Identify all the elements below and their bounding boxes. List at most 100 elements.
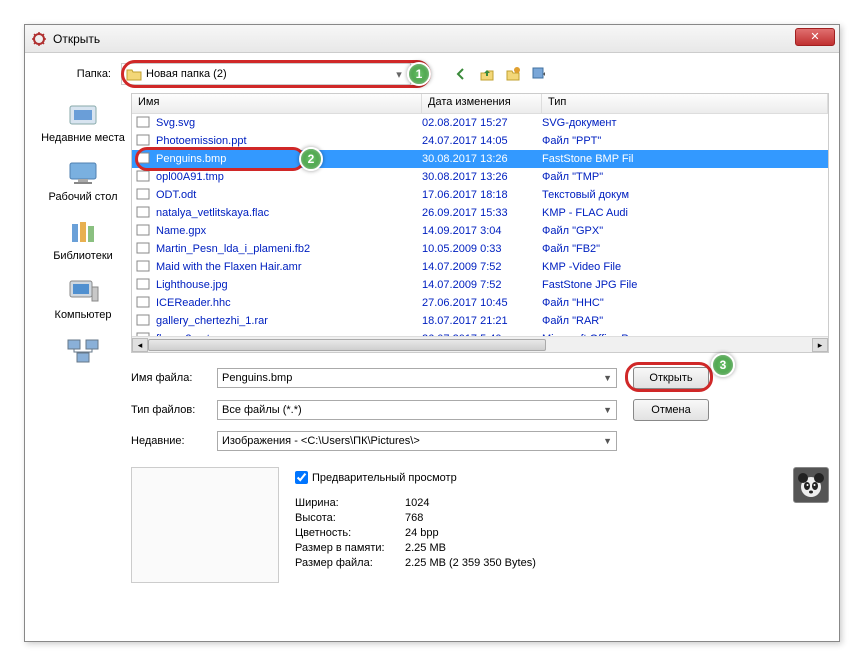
up-icon[interactable] [477,64,497,84]
file-date: 14.07.2009 7:52 [422,261,542,273]
file-name: Photoemission.ppt [156,135,422,147]
col-name[interactable]: Имя [132,94,422,113]
computer-icon [65,276,101,306]
file-type: Файл "FB2" [542,243,828,255]
file-date: 17.06.2017 18:18 [422,189,542,201]
scroll-right-arrow[interactable]: ▸ [812,338,828,352]
place-libraries[interactable]: Библиотеки [53,217,113,262]
window-title: Открыть [53,32,100,46]
recent-label: Недавние: [131,435,217,447]
file-icon [136,170,152,184]
file-type: KMP - FLAC Audi [542,207,828,219]
chevron-down-icon[interactable]: ▼ [603,436,612,446]
place-recent[interactable]: Недавние места [41,99,125,144]
file-row[interactable]: Martin_Pesn_lda_i_plameni.fb2 10.05.2009… [132,240,828,258]
preview-checkbox[interactable]: Предварительный просмотр [295,471,777,484]
file-icon [136,116,152,130]
file-row[interactable]: Lighthouse.jpg 14.07.2009 7:52 FastStone… [132,276,828,294]
marker-2: 2 [299,147,323,171]
file-date: 10.05.2009 0:33 [422,243,542,255]
file-name: natalya_vetlitskaya.flac [156,207,422,219]
chevron-down-icon: ▾ [392,68,406,81]
open-button[interactable]: Открыть [633,367,709,389]
file-icon [136,152,152,166]
preview-thumbnail [131,467,279,583]
file-row[interactable]: Maid with the Flaxen Hair.amr 14.07.2009… [132,258,828,276]
chevron-down-icon[interactable]: ▼ [603,373,612,383]
file-type: Файл "HHC" [542,297,828,309]
file-row[interactable]: opl00A91.tmp 30.08.2017 13:26 Файл "TMP" [132,168,828,186]
file-date: 14.09.2017 3:04 [422,225,542,237]
file-name: Name.gpx [156,225,422,237]
file-name: ICEReader.hhc [156,297,422,309]
file-list[interactable]: Имя Дата изменения Тип Svg.svg 02.08.201… [131,93,829,353]
file-icon [136,224,152,238]
file-type: Файл "RAR" [542,315,828,327]
network-icon [65,335,101,365]
col-type[interactable]: Тип [542,94,828,113]
file-date: 26.09.2017 15:33 [422,207,542,219]
file-type: Файл "PPT" [542,135,828,147]
folder-combo[interactable]: Новая папка (2) ▾ [121,63,411,85]
recent-places-icon [65,99,101,129]
cancel-button[interactable]: Отмена [633,399,709,421]
file-date: 24.07.2017 14:05 [422,135,542,147]
back-icon[interactable] [451,64,471,84]
recent-combo[interactable]: Изображения - <C:\Users\ПК\Pictures\> ▼ [217,431,617,451]
folder-label: Папка: [35,68,121,80]
horizontal-scrollbar[interactable]: ◂ ▸ [132,336,828,352]
file-row[interactable]: Svg.svg 02.08.2017 15:27 SVG-документ [132,114,828,132]
file-name: Svg.svg [156,117,422,129]
file-icon [136,296,152,310]
col-date[interactable]: Дата изменения [422,94,542,113]
folder-icon [126,67,142,81]
file-icon [136,206,152,220]
file-date: 02.08.2017 15:27 [422,117,542,129]
file-row[interactable]: Name.gpx 14.09.2017 3:04 Файл "GPX" [132,222,828,240]
titlebar[interactable]: Открыть ✕ [25,25,839,53]
column-headers[interactable]: Имя Дата изменения Тип [132,94,828,114]
open-dialog: Открыть ✕ Папка: Новая папка (2) ▾ 1 [24,24,840,642]
preview-panda-icon [793,467,829,503]
file-row[interactable]: Photoemission.ppt 24.07.2017 14:05 Файл … [132,132,828,150]
file-type: FastStone BMP Fil [542,153,828,165]
filename-label: Имя файла: [131,372,217,384]
file-row[interactable]: Penguins.bmp 30.08.2017 13:26 FastStone … [132,150,828,168]
desktop-icon [65,158,101,188]
file-name: opl00A91.tmp [156,171,422,183]
file-type: Файл "TMP" [542,171,828,183]
filetype-label: Тип файлов: [131,404,217,416]
file-type: Текстовый докум [542,189,828,201]
new-folder-icon[interactable] [503,64,523,84]
file-row[interactable]: gallery_chertezhi_1.rar 18.07.2017 21:21… [132,312,828,330]
file-date: 30.08.2017 13:26 [422,153,542,165]
chevron-down-icon[interactable]: ▼ [603,405,612,415]
file-name: Penguins.bmp [156,153,422,165]
close-button[interactable]: ✕ [795,28,835,46]
file-date: 30.08.2017 13:26 [422,171,542,183]
file-type: Файл "GPX" [542,225,828,237]
file-icon [136,134,152,148]
file-icon [136,260,152,274]
scroll-thumb[interactable] [148,339,546,351]
place-network[interactable] [65,335,101,365]
libraries-icon [65,217,101,247]
place-desktop[interactable]: Рабочий стол [48,158,117,203]
file-row[interactable]: ICEReader.hhc 27.06.2017 10:45 Файл "HHC… [132,294,828,312]
filetype-combo[interactable]: Все файлы (*.*) ▼ [217,400,617,420]
file-name: gallery_chertezhi_1.rar [156,315,422,327]
preview-checkbox-input[interactable] [295,471,308,484]
scroll-left-arrow[interactable]: ◂ [132,338,148,352]
file-type: SVG-документ [542,117,828,129]
file-type: FastStone JPG File [542,279,828,291]
file-row[interactable]: natalya_vetlitskaya.flac 26.09.2017 15:3… [132,204,828,222]
file-row[interactable]: ODT.odt 17.06.2017 18:18 Текстовый докум [132,186,828,204]
view-menu-icon[interactable] [529,64,549,84]
place-computer[interactable]: Компьютер [55,276,112,321]
folder-name: Новая папка (2) [146,68,392,80]
file-type: KMP -Video File [542,261,828,273]
file-name: Lighthouse.jpg [156,279,422,291]
file-icon [136,314,152,328]
app-icon [31,31,47,47]
filename-input[interactable]: Penguins.bmp ▼ [217,368,617,388]
